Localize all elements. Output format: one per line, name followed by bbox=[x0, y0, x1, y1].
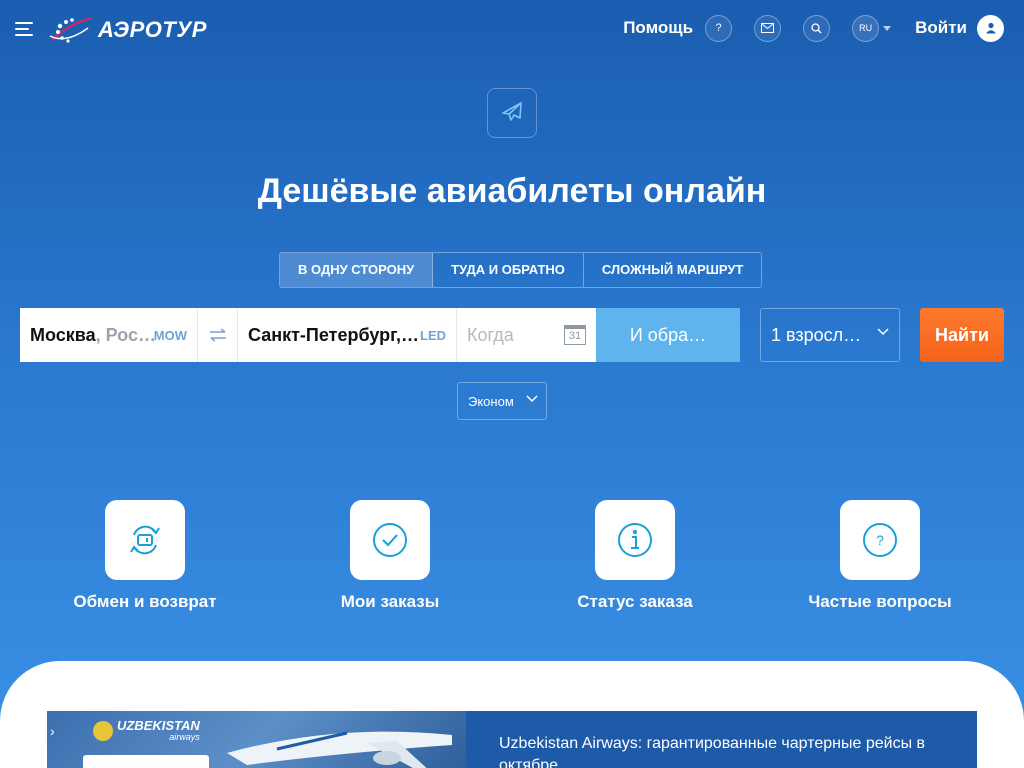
promo-banner[interactable]: › UZBEKISTAN airways Uzbekistan Airways:… bbox=[47, 711, 977, 768]
mail-icon[interactable] bbox=[754, 14, 782, 42]
my-orders-link[interactable]: Мои заказы bbox=[290, 500, 490, 612]
exchange-icon bbox=[105, 500, 185, 580]
chevron-down-icon bbox=[883, 25, 892, 31]
quick-link-label: Мои заказы bbox=[340, 592, 440, 611]
search-icon[interactable] bbox=[803, 14, 831, 42]
swap-icon bbox=[209, 328, 226, 342]
page-title: Дешёвые авиабилеты онлайн bbox=[257, 172, 767, 210]
order-status-link[interactable]: Статус заказа bbox=[535, 500, 735, 612]
info-icon bbox=[595, 500, 675, 580]
help-link[interactable]: Помощь bbox=[623, 18, 693, 38]
passengers-label: 1 взросл… bbox=[771, 324, 862, 345]
quick-link-label: Обмен и возврат bbox=[73, 592, 217, 611]
tab-multi-city[interactable]: СЛОЖНЫЙ МАРШРУТ bbox=[584, 253, 761, 287]
from-field[interactable]: Москва, Рос… MOW bbox=[20, 308, 197, 362]
from-country: , Рос… bbox=[95, 324, 156, 345]
passengers-select[interactable]: 1 взросл… bbox=[760, 308, 900, 362]
quick-link-label: Статус заказа bbox=[577, 592, 693, 611]
date-placeholder: Когда bbox=[467, 324, 514, 345]
swap-button[interactable] bbox=[197, 308, 237, 362]
exchange-refund-link[interactable]: Обмен и возврат bbox=[45, 500, 245, 612]
cabin-class-label: Эконом bbox=[468, 393, 514, 409]
trip-type-tabs: В ОДНУ СТОРОНУ ТУДА И ОБРАТНО СЛОЖНЫЙ МА… bbox=[279, 252, 763, 288]
lang-label: RU bbox=[859, 23, 873, 33]
to-city: Санкт-Петербург,… bbox=[248, 324, 420, 345]
brand-sub: airways bbox=[169, 732, 200, 742]
to-field[interactable]: Санкт-Петербург,… LED bbox=[237, 308, 456, 362]
site-logo[interactable]: АЭРОТУР bbox=[48, 12, 207, 48]
brand-name: UZBEKISTAN bbox=[117, 718, 200, 733]
chevron-right-icon[interactable]: › bbox=[50, 723, 55, 739]
user-icon[interactable] bbox=[977, 14, 1004, 42]
banner-image: › UZBEKISTAN airways bbox=[47, 711, 466, 768]
banner-text: Uzbekistan Airways: гарантированные чарт… bbox=[499, 735, 926, 768]
from-code: MOW bbox=[153, 327, 187, 343]
tab-round-trip[interactable]: ТУДА И ОБРАТНО bbox=[433, 253, 584, 287]
cabin-class-select[interactable]: Эконом bbox=[457, 382, 547, 420]
quick-link-label: Частые вопросы bbox=[808, 592, 952, 611]
check-icon bbox=[350, 500, 430, 580]
faq-link[interactable]: ? Частые вопросы bbox=[780, 500, 980, 612]
date-field[interactable]: Когда 31 bbox=[456, 308, 596, 362]
lang-badge: RU bbox=[852, 14, 880, 42]
find-button[interactable]: Найти bbox=[920, 308, 1004, 362]
chevron-down-icon bbox=[526, 395, 538, 403]
help-icon[interactable]: ? bbox=[705, 14, 733, 42]
top-navbar: АЭРОТУР Помощь ? RU Войти bbox=[0, 0, 1024, 60]
airplane-icon bbox=[487, 88, 537, 138]
menu-icon[interactable] bbox=[15, 22, 33, 36]
calendar-icon: 31 bbox=[564, 325, 586, 345]
help-glyph: ? bbox=[715, 22, 722, 34]
chevron-down-icon bbox=[877, 328, 889, 336]
airplane-image bbox=[227, 731, 452, 768]
to-code: LED bbox=[420, 327, 446, 343]
question-icon: ? bbox=[840, 500, 920, 580]
svg-text:?: ? bbox=[876, 532, 884, 548]
logo-orbit-icon bbox=[49, 17, 93, 43]
tab-one-way[interactable]: В ОДНУ СТОРОНУ bbox=[280, 253, 434, 287]
uzbekistan-airways-logo: UZBEKISTAN airways bbox=[93, 719, 200, 742]
return-date-button[interactable]: И обра… bbox=[596, 308, 740, 362]
logo-text: АЭРОТУР bbox=[98, 17, 207, 42]
from-city: Москва bbox=[30, 324, 96, 345]
language-selector[interactable]: RU bbox=[852, 14, 892, 42]
login-link[interactable]: Войти bbox=[915, 18, 967, 38]
banner-button[interactable] bbox=[83, 755, 209, 768]
